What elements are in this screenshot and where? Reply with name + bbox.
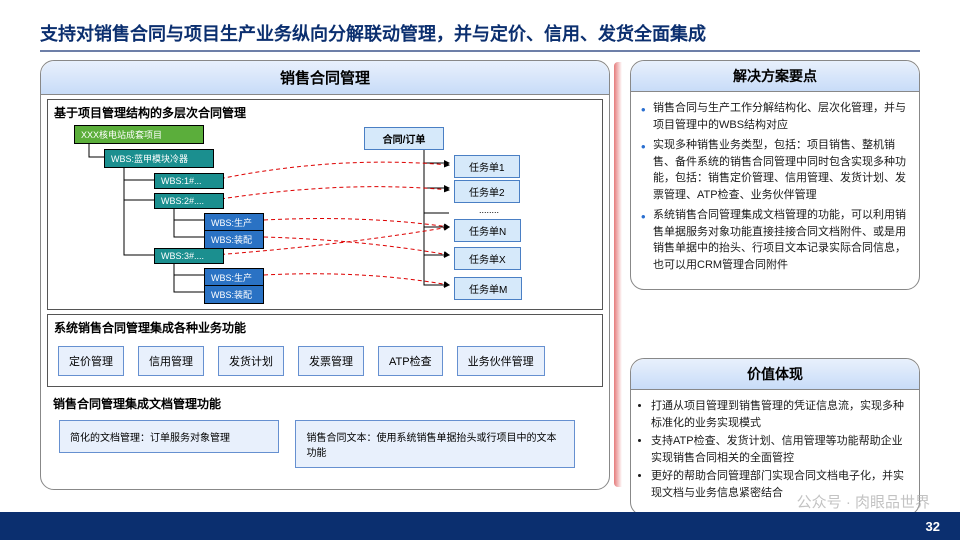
node-task1: 任务单1 xyxy=(454,155,520,178)
solution-panel: 解决方案要点 销售合同与生产工作分解结构化、层次化管理，并与项目管理中的WBS结… xyxy=(630,60,920,290)
fn-delivery: 发货计划 xyxy=(218,346,284,376)
node-contract: 合同/订单 xyxy=(364,127,444,150)
value-item: 打通从项目管理到销售管理的凭证信息流，实现多种标准化的业务实现模式 xyxy=(651,398,909,431)
left-panel-title: 销售合同管理 xyxy=(41,61,609,95)
watermark: 公众号 · 肉眼品世界 xyxy=(797,491,930,512)
value-item: 支持ATP检查、发货计划、信用管理等功能帮助企业实现销售合同相关的全面管控 xyxy=(651,433,909,466)
doc-box2: 销售合同文本：使用系统销售单据抬头或行项目中的文本功能 xyxy=(295,420,575,468)
section-functions: 系统销售合同管理集成各种业务功能 定价管理 信用管理 发货计划 发票管理 ATP… xyxy=(47,314,603,387)
dots: ........ xyxy=(479,205,499,215)
section-docs: 销售合同管理集成文档管理功能 简化的文档管理：订单服务对象管理 销售合同文本：使… xyxy=(47,391,603,476)
solution-item: 销售合同与生产工作分解结构化、层次化管理，并与项目管理中的WBS结构对应 xyxy=(641,100,909,133)
wbs-diagram: XXX核电站成套项目 WBS:蓝甲模块冷器 WBS:1#... WBS:2#..… xyxy=(54,125,596,305)
node-wbs3: WBS:2#.... xyxy=(154,193,224,209)
slide-title: 支持对销售合同与项目生产业务纵向分解联动管理，并与定价、信用、发货全面集成 xyxy=(40,20,706,46)
solution-list: 销售合同与生产工作分解结构化、层次化管理，并与项目管理中的WBS结构对应 实现多… xyxy=(641,100,909,273)
node-wbs1: WBS:蓝甲模块冷器 xyxy=(104,149,214,168)
left-panel: 销售合同管理 基于项目管理结构的多层次合同管理 xyxy=(40,60,610,490)
accent-bar xyxy=(614,62,622,487)
node-wbs2: WBS:1#... xyxy=(154,173,224,189)
node-task4: 任务单X xyxy=(454,247,521,270)
node-task5: 任务单M xyxy=(454,277,522,300)
fn-atp: ATP检查 xyxy=(378,346,443,376)
node-wbs8: WBS:装配 xyxy=(204,285,264,304)
value-title: 价值体现 xyxy=(631,359,919,390)
node-wbs6: WBS:3#.... xyxy=(154,248,224,264)
fn-partner: 业务伙伴管理 xyxy=(457,346,545,376)
doc-box1: 简化的文档管理：订单服务对象管理 xyxy=(59,420,279,453)
footer-bar xyxy=(0,512,960,540)
section1-title: 基于项目管理结构的多层次合同管理 xyxy=(54,104,596,121)
fn-credit: 信用管理 xyxy=(138,346,204,376)
page-number: 32 xyxy=(926,519,940,534)
solution-item: 实现多种销售业务类型，包括：项目销售、整机销售、备件系统的销售合同管理中同时包含… xyxy=(641,137,909,203)
fn-pricing: 定价管理 xyxy=(58,346,124,376)
value-list: 打通从项目管理到销售管理的凭证信息流，实现多种标准化的业务实现模式 支持ATP检… xyxy=(651,398,909,501)
node-wbs5: WBS:装配 xyxy=(204,230,264,249)
node-task2: 任务单2 xyxy=(454,180,520,203)
function-row: 定价管理 信用管理 发货计划 发票管理 ATP检查 业务伙伴管理 xyxy=(54,340,596,382)
section3-title: 销售合同管理集成文档管理功能 xyxy=(53,395,597,412)
node-project: XXX核电站成套项目 xyxy=(74,125,204,144)
solution-title: 解决方案要点 xyxy=(631,61,919,92)
section-hierarchy: 基于项目管理结构的多层次合同管理 xyxy=(47,99,603,310)
solution-item: 系统销售合同管理集成文档管理的功能，可以利用销售单据服务对象功能直接挂接合同文档… xyxy=(641,207,909,273)
title-divider xyxy=(40,50,920,52)
section2-title: 系统销售合同管理集成各种业务功能 xyxy=(54,319,596,336)
node-task3: 任务单N xyxy=(454,219,521,242)
fn-invoice: 发票管理 xyxy=(298,346,364,376)
